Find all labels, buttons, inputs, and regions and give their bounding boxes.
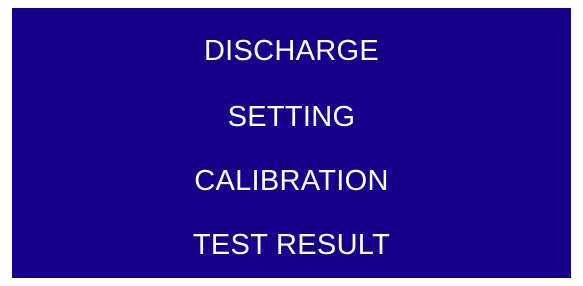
menu-item-test-result[interactable]: TEST RESULT bbox=[12, 227, 571, 263]
menu-item-setting[interactable]: SETTING bbox=[12, 99, 571, 135]
menu-item-discharge[interactable]: DISCHARGE bbox=[12, 33, 571, 69]
menu-item-calibration[interactable]: CALIBRATION bbox=[12, 163, 571, 199]
main-menu-screen: DISCHARGE SETTING CALIBRATION TEST RESUL… bbox=[12, 8, 571, 278]
